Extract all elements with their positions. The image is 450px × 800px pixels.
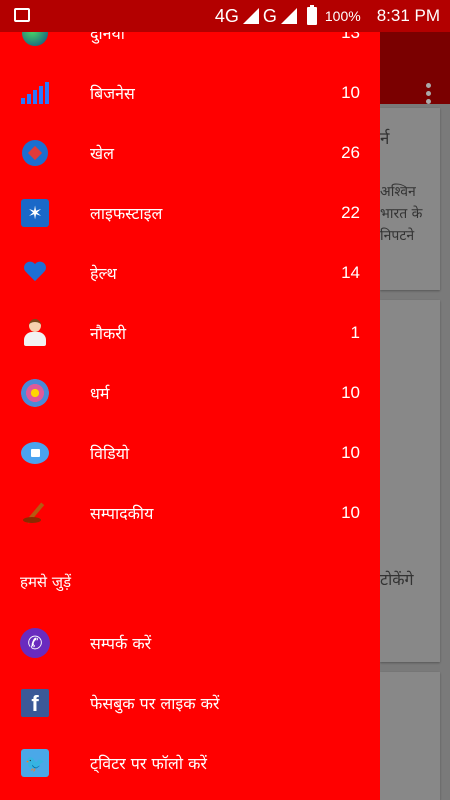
drawer-item-business[interactable]: बिजनेस 10	[0, 63, 380, 123]
news-card-title: टोकेंगे	[380, 570, 414, 589]
drawer-item-count: 10	[341, 83, 360, 102]
drawer-item-count: 1	[350, 323, 360, 342]
drawer-item-label: सम्पर्क करें	[90, 634, 152, 653]
drawer-item-label: धर्म	[90, 384, 110, 403]
signal-icon	[242, 8, 259, 24]
drawer-item-count: 14	[341, 263, 360, 282]
drawer-item-label: खेल	[90, 144, 114, 163]
network-type: 4G	[214, 5, 239, 26]
drawer-item-label: हेल्थ	[90, 264, 117, 283]
drawer-item-lifestyle[interactable]: ✶ लाइफस्टाइल 22	[0, 183, 380, 243]
news-card[interactable]: र्न अश्विन भारत के निपटने	[380, 108, 440, 290]
overflow-menu-icon[interactable]	[426, 83, 432, 107]
drawer-item-religion[interactable]: धर्म 10	[0, 363, 380, 423]
football-icon	[20, 138, 50, 168]
drawer-item-count: 10	[341, 383, 360, 402]
signal-icon	[280, 8, 297, 24]
drawer-item-label: बिजनेस	[90, 84, 135, 103]
person-icon	[20, 318, 50, 348]
news-card-title: र्न	[380, 129, 390, 149]
drawer-item-facebook[interactable]: f फेसबुक पर लाइक करें	[0, 673, 380, 733]
network-type-2: G	[262, 5, 277, 26]
drawer-item-twitter[interactable]: 🐦 ट्विटर पर फॉलो करें	[0, 733, 380, 793]
news-card-text: भारत के	[380, 206, 423, 222]
phone-icon: ✆	[20, 628, 50, 658]
drawer-item-sports[interactable]: खेल 26	[0, 123, 380, 183]
drawer-item-editorial[interactable]: सम्पादकीय 10	[0, 483, 380, 543]
heart-icon	[20, 258, 50, 288]
drawer-item-count: 22	[341, 203, 360, 222]
yoga-icon: ✶	[20, 198, 50, 228]
drawer-item-count: 26	[341, 143, 360, 162]
battery-icon	[306, 5, 317, 25]
news-card[interactable]	[380, 672, 440, 800]
quill-icon	[20, 498, 50, 528]
drawer-item-jobs[interactable]: नौकरी 1	[0, 303, 380, 363]
image-notification-icon	[14, 8, 30, 22]
drawer-item-health[interactable]: हेल्थ 14	[0, 243, 380, 303]
battery-percent: 100%	[324, 8, 361, 24]
bar-chart-icon	[20, 78, 50, 108]
news-card-text: निपटने	[380, 228, 415, 244]
drawer-item-label: सम्पादकीय	[90, 504, 154, 523]
drawer-item-contact[interactable]: ✆ सम्पर्क करें	[0, 613, 380, 673]
facebook-icon: f	[20, 688, 50, 718]
video-icon	[20, 438, 50, 468]
navigation-drawer: दुनिया 13 बिजनेस 10 खेल 26 ✶ लाइफस्टाइल …	[0, 0, 380, 800]
drawer-item-count: 10	[341, 443, 360, 462]
clock: 8:31 PM	[376, 6, 440, 25]
drawer-item-label: नौकरी	[90, 324, 127, 343]
drawer-item-video[interactable]: विडियो 10	[0, 423, 380, 483]
drawer-item-label: ट्विटर पर फॉलो करें	[90, 754, 207, 773]
section-title-connect: हमसे जुड़ें	[20, 573, 71, 591]
twitter-icon: 🐦	[20, 748, 50, 778]
drawer-item-label: विडियो	[90, 444, 130, 463]
flower-icon	[20, 378, 50, 408]
drawer-item-label: फेसबुक पर लाइक करें	[90, 694, 220, 713]
drawer-item-label: लाइफस्टाइल	[90, 204, 163, 223]
status-bar: 4G G 100% 8:31 PM	[0, 0, 450, 32]
drawer-item-count: 10	[341, 503, 360, 522]
news-card[interactable]: टोकेंगे	[380, 300, 440, 662]
news-card-text: अश्विन	[380, 184, 416, 200]
